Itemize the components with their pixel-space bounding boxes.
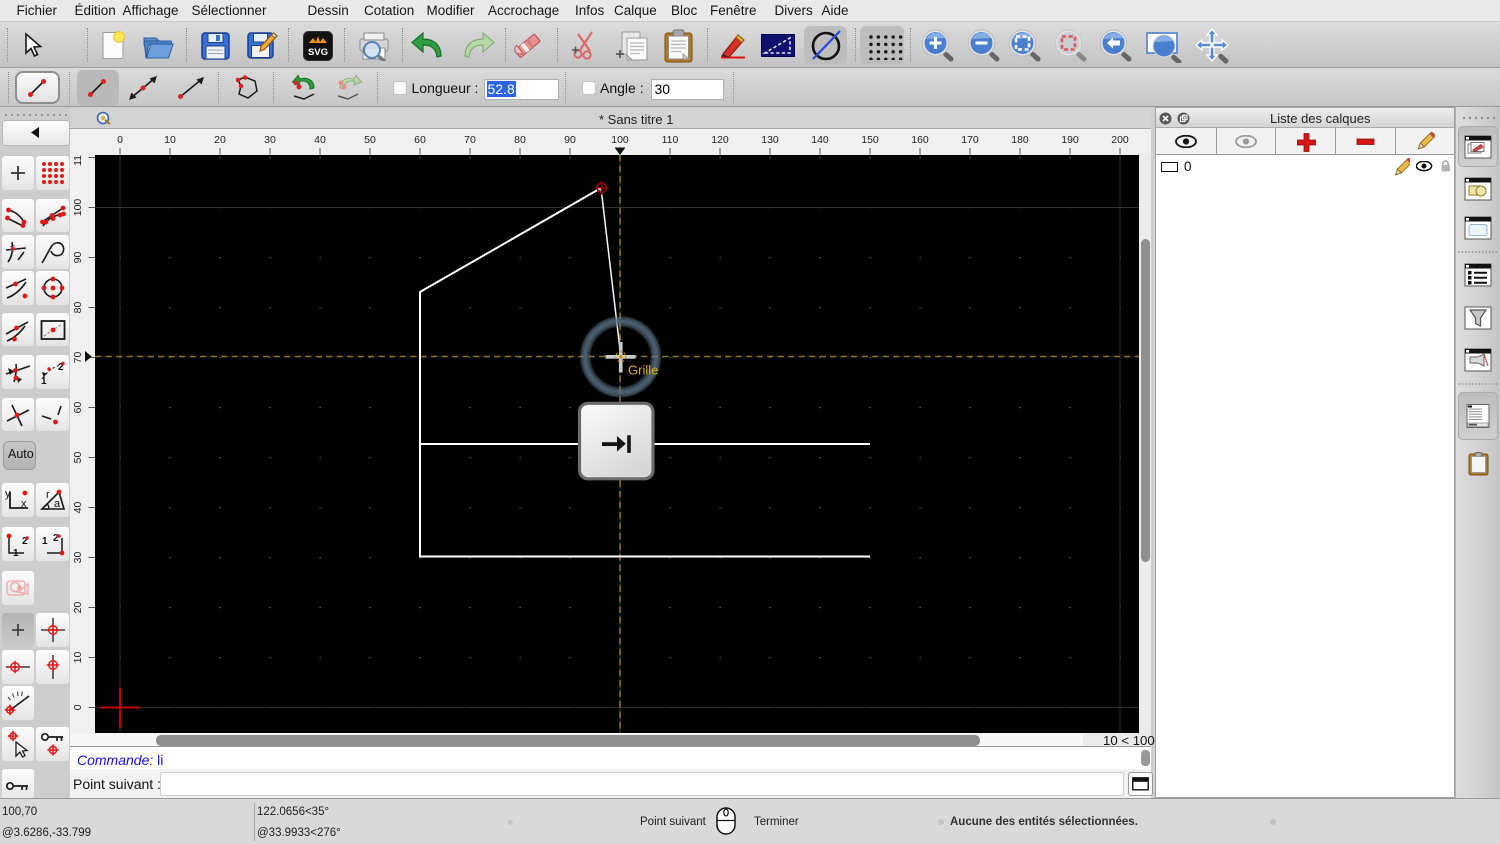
svg-text:50: 50 — [72, 452, 84, 464]
svg-text:120: 120 — [711, 134, 729, 146]
svg-text:180: 180 — [1011, 134, 1029, 146]
svg-text:60: 60 — [72, 402, 84, 414]
svg-text:1: 1 — [41, 376, 47, 386]
svg-text:150: 150 — [861, 134, 879, 146]
svg-text:1: 1 — [13, 548, 19, 558]
svg-text:70: 70 — [464, 134, 476, 146]
svg-text:110: 110 — [72, 155, 84, 166]
svg-text:r: r — [46, 489, 50, 501]
svg-text:20: 20 — [214, 134, 226, 146]
svg-text:1: 1 — [42, 536, 48, 547]
svg-text:10: 10 — [72, 652, 84, 664]
svg-text:10: 10 — [164, 134, 176, 146]
svg-text:a: a — [54, 498, 61, 510]
svg-text:y: y — [5, 488, 11, 500]
svg-text:20: 20 — [72, 602, 84, 614]
svg-text:100: 100 — [611, 134, 629, 146]
svg-text:200: 200 — [1111, 134, 1129, 146]
svg-text:40: 40 — [314, 134, 326, 146]
svg-text:90: 90 — [564, 134, 576, 146]
svg-text:160: 160 — [911, 134, 929, 146]
svg-text:90: 90 — [72, 252, 84, 264]
svg-text:0: 0 — [117, 134, 123, 146]
svg-text:60: 60 — [414, 134, 426, 146]
svg-text:170: 170 — [961, 134, 979, 146]
svg-text:100: 100 — [72, 199, 84, 217]
svg-text:SVG: SVG — [308, 47, 328, 58]
svg-text:80: 80 — [514, 134, 526, 146]
svg-text:80: 80 — [72, 302, 84, 314]
svg-text:140: 140 — [811, 134, 829, 146]
svg-text:30: 30 — [264, 134, 276, 146]
svg-text:x: x — [21, 498, 27, 510]
svg-text:70: 70 — [72, 352, 84, 364]
svg-text:130: 130 — [761, 134, 779, 146]
svg-text:Grille: Grille — [628, 363, 658, 378]
svg-text:30: 30 — [72, 552, 84, 564]
svg-text:40: 40 — [72, 502, 84, 514]
svg-text:190: 190 — [1061, 134, 1079, 146]
svg-text:50: 50 — [364, 134, 376, 146]
svg-text:0: 0 — [72, 704, 84, 710]
svg-text:110: 110 — [662, 134, 679, 146]
